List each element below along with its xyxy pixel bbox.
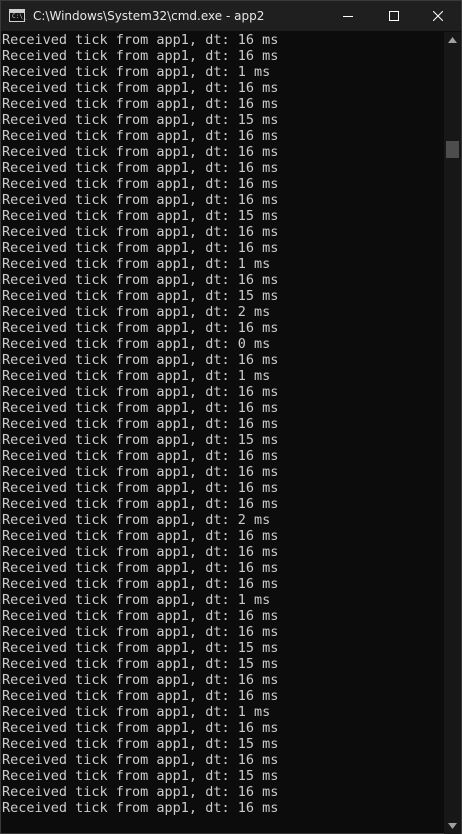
console-line: Received tick from app1, dt: 16 ms bbox=[2, 224, 279, 240]
console-window: C:\_ C:\Windows\System32\cmd.exe - app2 … bbox=[0, 0, 462, 834]
console-line: Received tick from app1, dt: 16 ms bbox=[2, 544, 279, 560]
icon-prompt: C:\_ bbox=[12, 13, 27, 20]
console-line: Received tick from app1, dt: 16 ms bbox=[2, 496, 279, 512]
console-line: Received tick from app1, dt: 15 ms bbox=[2, 288, 279, 304]
console-line: Received tick from app1, dt: 15 ms bbox=[2, 656, 279, 672]
scrollbar-thumb[interactable] bbox=[446, 141, 459, 158]
title-bar[interactable]: C:\_ C:\Windows\System32\cmd.exe - app2 bbox=[1, 1, 461, 31]
scroll-up-button[interactable] bbox=[444, 32, 461, 48]
console-line: Received tick from app1, dt: 1 ms bbox=[2, 592, 271, 608]
console-line: Received tick from app1, dt: 16 ms bbox=[2, 240, 279, 256]
console-line: Received tick from app1, dt: 16 ms bbox=[2, 48, 279, 64]
console-line: Received tick from app1, dt: 16 ms bbox=[2, 448, 279, 464]
console-output[interactable]: Received tick from app1, dt: 16 ms Receiv… bbox=[1, 32, 444, 834]
console-line: Received tick from app1, dt: 2 ms bbox=[2, 304, 271, 320]
console-line: Received tick from app1, dt: 15 ms bbox=[2, 736, 279, 752]
console-line: Received tick from app1, dt: 16 ms bbox=[2, 784, 279, 800]
console-line: Received tick from app1, dt: 16 ms bbox=[2, 576, 279, 592]
console-line: Received tick from app1, dt: 16 ms bbox=[2, 144, 279, 160]
scroll-down-button[interactable] bbox=[444, 818, 461, 834]
console-line: Received tick from app1, dt: 15 ms bbox=[2, 640, 279, 656]
console-line: Received tick from app1, dt: 16 ms bbox=[2, 752, 279, 768]
console-line: Received tick from app1, dt: 15 ms bbox=[2, 768, 279, 784]
console-line: Received tick from app1, dt: 16 ms bbox=[2, 720, 279, 736]
console-line: Received tick from app1, dt: 16 ms bbox=[2, 352, 279, 368]
console-line: Received tick from app1, dt: 0 ms bbox=[2, 336, 271, 352]
maximize-icon bbox=[389, 11, 399, 21]
minimize-icon bbox=[343, 16, 353, 17]
console-line: Received tick from app1, dt: 16 ms bbox=[2, 32, 279, 48]
maximize-button[interactable] bbox=[371, 1, 417, 31]
console-line: Received tick from app1, dt: 16 ms bbox=[2, 416, 279, 432]
close-icon bbox=[433, 11, 443, 21]
console-line: Received tick from app1, dt: 16 ms bbox=[2, 800, 279, 816]
console-line: Received tick from app1, dt: 16 ms bbox=[2, 608, 279, 624]
console-line: Received tick from app1, dt: 16 ms bbox=[2, 400, 279, 416]
cmd-console-icon[interactable]: C:\_ bbox=[9, 9, 27, 22]
scroll-up-arrow-icon bbox=[448, 37, 457, 43]
console-line: Received tick from app1, dt: 16 ms bbox=[2, 176, 279, 192]
console-line: Received tick from app1, dt: 16 ms bbox=[2, 128, 279, 144]
console-line: Received tick from app1, dt: 1 ms bbox=[2, 256, 271, 272]
console-line: Received tick from app1, dt: 16 ms bbox=[2, 672, 279, 688]
minimize-button[interactable] bbox=[325, 1, 371, 31]
console-line: Received tick from app1, dt: 16 ms bbox=[2, 480, 279, 496]
console-line: Received tick from app1, dt: 16 ms bbox=[2, 528, 279, 544]
close-button[interactable] bbox=[415, 1, 461, 31]
console-line: Received tick from app1, dt: 16 ms bbox=[2, 320, 279, 336]
window-title: C:\Windows\System32\cmd.exe - app2 bbox=[33, 9, 265, 23]
console-line: Received tick from app1, dt: 16 ms bbox=[2, 192, 279, 208]
console-line: Received tick from app1, dt: 16 ms bbox=[2, 80, 279, 96]
console-line: Received tick from app1, dt: 16 ms bbox=[2, 96, 279, 112]
console-line: Received tick from app1, dt: 1 ms bbox=[2, 704, 271, 720]
scroll-down-arrow-icon bbox=[448, 823, 457, 829]
console-line: Received tick from app1, dt: 16 ms bbox=[2, 160, 279, 176]
console-line: Received tick from app1, dt: 16 ms bbox=[2, 464, 279, 480]
console-line: Received tick from app1, dt: 1 ms bbox=[2, 368, 271, 384]
console-line: Received tick from app1, dt: 15 ms bbox=[2, 432, 279, 448]
vertical-scrollbar[interactable] bbox=[444, 32, 461, 834]
console-line: Received tick from app1, dt: 16 ms bbox=[2, 384, 279, 400]
console-line: Received tick from app1, dt: 16 ms bbox=[2, 560, 279, 576]
console-line: Received tick from app1, dt: 1 ms bbox=[2, 64, 271, 80]
console-line: Received tick from app1, dt: 2 ms bbox=[2, 512, 271, 528]
console-line: Received tick from app1, dt: 15 ms bbox=[2, 112, 279, 128]
console-line: Received tick from app1, dt: 16 ms bbox=[2, 272, 279, 288]
console-line: Received tick from app1, dt: 16 ms bbox=[2, 624, 279, 640]
console-line: Received tick from app1, dt: 16 ms bbox=[2, 688, 279, 704]
console-line: Received tick from app1, dt: 15 ms bbox=[2, 208, 279, 224]
